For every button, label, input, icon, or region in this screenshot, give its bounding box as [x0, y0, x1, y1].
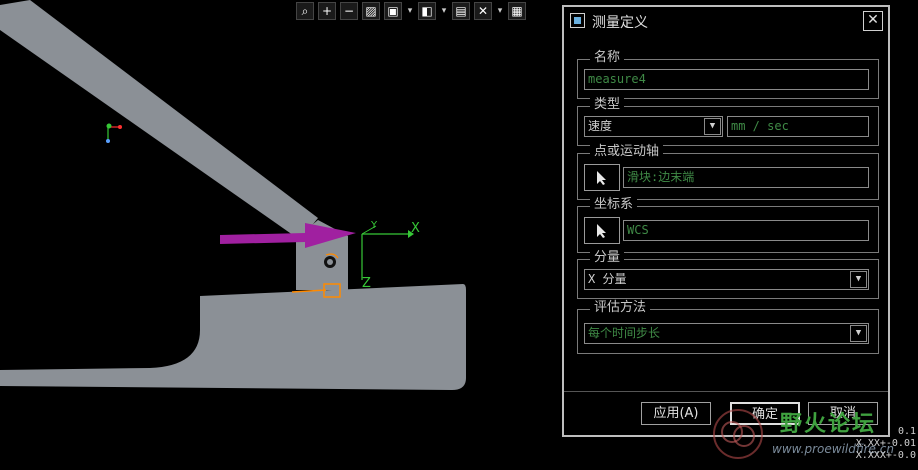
- repaint-icon[interactable]: ▨: [362, 2, 380, 20]
- component-group-label: 分量: [590, 250, 625, 266]
- eval-group: 评估方法 每个时间步长 ▼: [577, 300, 879, 354]
- eval-group-label: 评估方法: [590, 300, 651, 316]
- chevron-down-icon[interactable]: ▼: [850, 325, 867, 342]
- watermark-logo-icon: [713, 409, 763, 459]
- point-select-button[interactable]: [584, 164, 620, 191]
- chevron-down-icon[interactable]: ▾: [440, 2, 448, 20]
- axis-y-label: Y: [370, 220, 378, 231]
- layers-icon[interactable]: ✕: [474, 2, 492, 20]
- name-group: 名称 measure4: [577, 50, 879, 99]
- csys-select-button[interactable]: [584, 217, 620, 244]
- axis-x-label: X: [411, 221, 420, 236]
- apply-button[interactable]: 应用(A): [641, 402, 711, 425]
- dialog-title-bar[interactable]: 测量定义 ✕: [564, 7, 888, 35]
- cursor-arrow-icon: [597, 170, 606, 185]
- zoom-out-icon[interactable]: −: [340, 2, 358, 20]
- eval-selected: 每个时间步长: [588, 326, 661, 340]
- cursor-arrow-icon: [597, 223, 606, 238]
- button-row-divider: [564, 391, 888, 392]
- origin-triad-icon: [106, 123, 112, 129]
- eval-select[interactable]: 每个时间步长 ▼: [584, 323, 869, 344]
- measure-definition-dialog: 测量定义 ✕ 名称 measure4 类型 速度 ▼ mm / sec 点或运动…: [562, 5, 890, 437]
- dialog-title: 测量定义: [592, 15, 648, 31]
- tolerance-readout: 0.1 X.XX+-0.01 X.XXX+-0.0: [856, 426, 916, 462]
- component-select[interactable]: X 分量 ▼: [584, 269, 869, 290]
- csys-group: 坐标系 WCS: [577, 197, 879, 253]
- dialog-app-icon: [570, 13, 585, 28]
- type-group: 类型 速度 ▼ mm / sec: [577, 97, 879, 146]
- base-plate: [0, 284, 466, 390]
- view-toolbar: ⌕ + − ▨ ▣ ▾ ◧ ▾ ▤ ✕ ▾ ▦: [296, 0, 526, 22]
- component-group: 分量 X 分量 ▼: [577, 250, 879, 299]
- display-style-icon[interactable]: ▣: [384, 2, 402, 20]
- csys-group-label: 坐标系: [590, 197, 638, 213]
- name-field[interactable]: measure4: [584, 69, 869, 90]
- point-group: 点或运动轴 滑块:边末端: [577, 144, 879, 200]
- datum-display-icon[interactable]: ▦: [508, 2, 526, 20]
- tolerance-line: X.XXX+-0.0: [855, 450, 916, 461]
- chevron-down-icon[interactable]: ▾: [496, 2, 504, 20]
- csys-field[interactable]: WCS: [623, 220, 869, 241]
- type-select[interactable]: 速度 ▼: [584, 116, 723, 137]
- type-group-label: 类型: [590, 97, 625, 113]
- link-bar: [0, 0, 318, 240]
- axis-z-label: Z: [362, 276, 371, 291]
- chevron-down-icon[interactable]: ▼: [850, 271, 867, 288]
- saved-views-icon[interactable]: ▤: [452, 2, 470, 20]
- component-selected: X 分量: [588, 272, 627, 286]
- point-group-label: 点或运动轴: [590, 144, 664, 160]
- zoom-fit-icon[interactable]: ⌕: [296, 2, 314, 20]
- type-selected: 速度: [588, 119, 613, 133]
- units-field: mm / sec: [727, 116, 869, 137]
- tolerance-line: X.XX+-0.01: [855, 438, 916, 449]
- chevron-down-icon[interactable]: ▾: [406, 2, 414, 20]
- zoom-in-icon[interactable]: +: [318, 2, 336, 20]
- tolerance-line: 0.1: [897, 426, 916, 437]
- close-button[interactable]: ✕: [863, 11, 883, 31]
- view-orientation-icon[interactable]: ◧: [418, 2, 436, 20]
- chevron-down-icon[interactable]: ▼: [704, 118, 721, 135]
- name-group-label: 名称: [590, 50, 625, 66]
- point-field[interactable]: 滑块:边末端: [623, 167, 869, 188]
